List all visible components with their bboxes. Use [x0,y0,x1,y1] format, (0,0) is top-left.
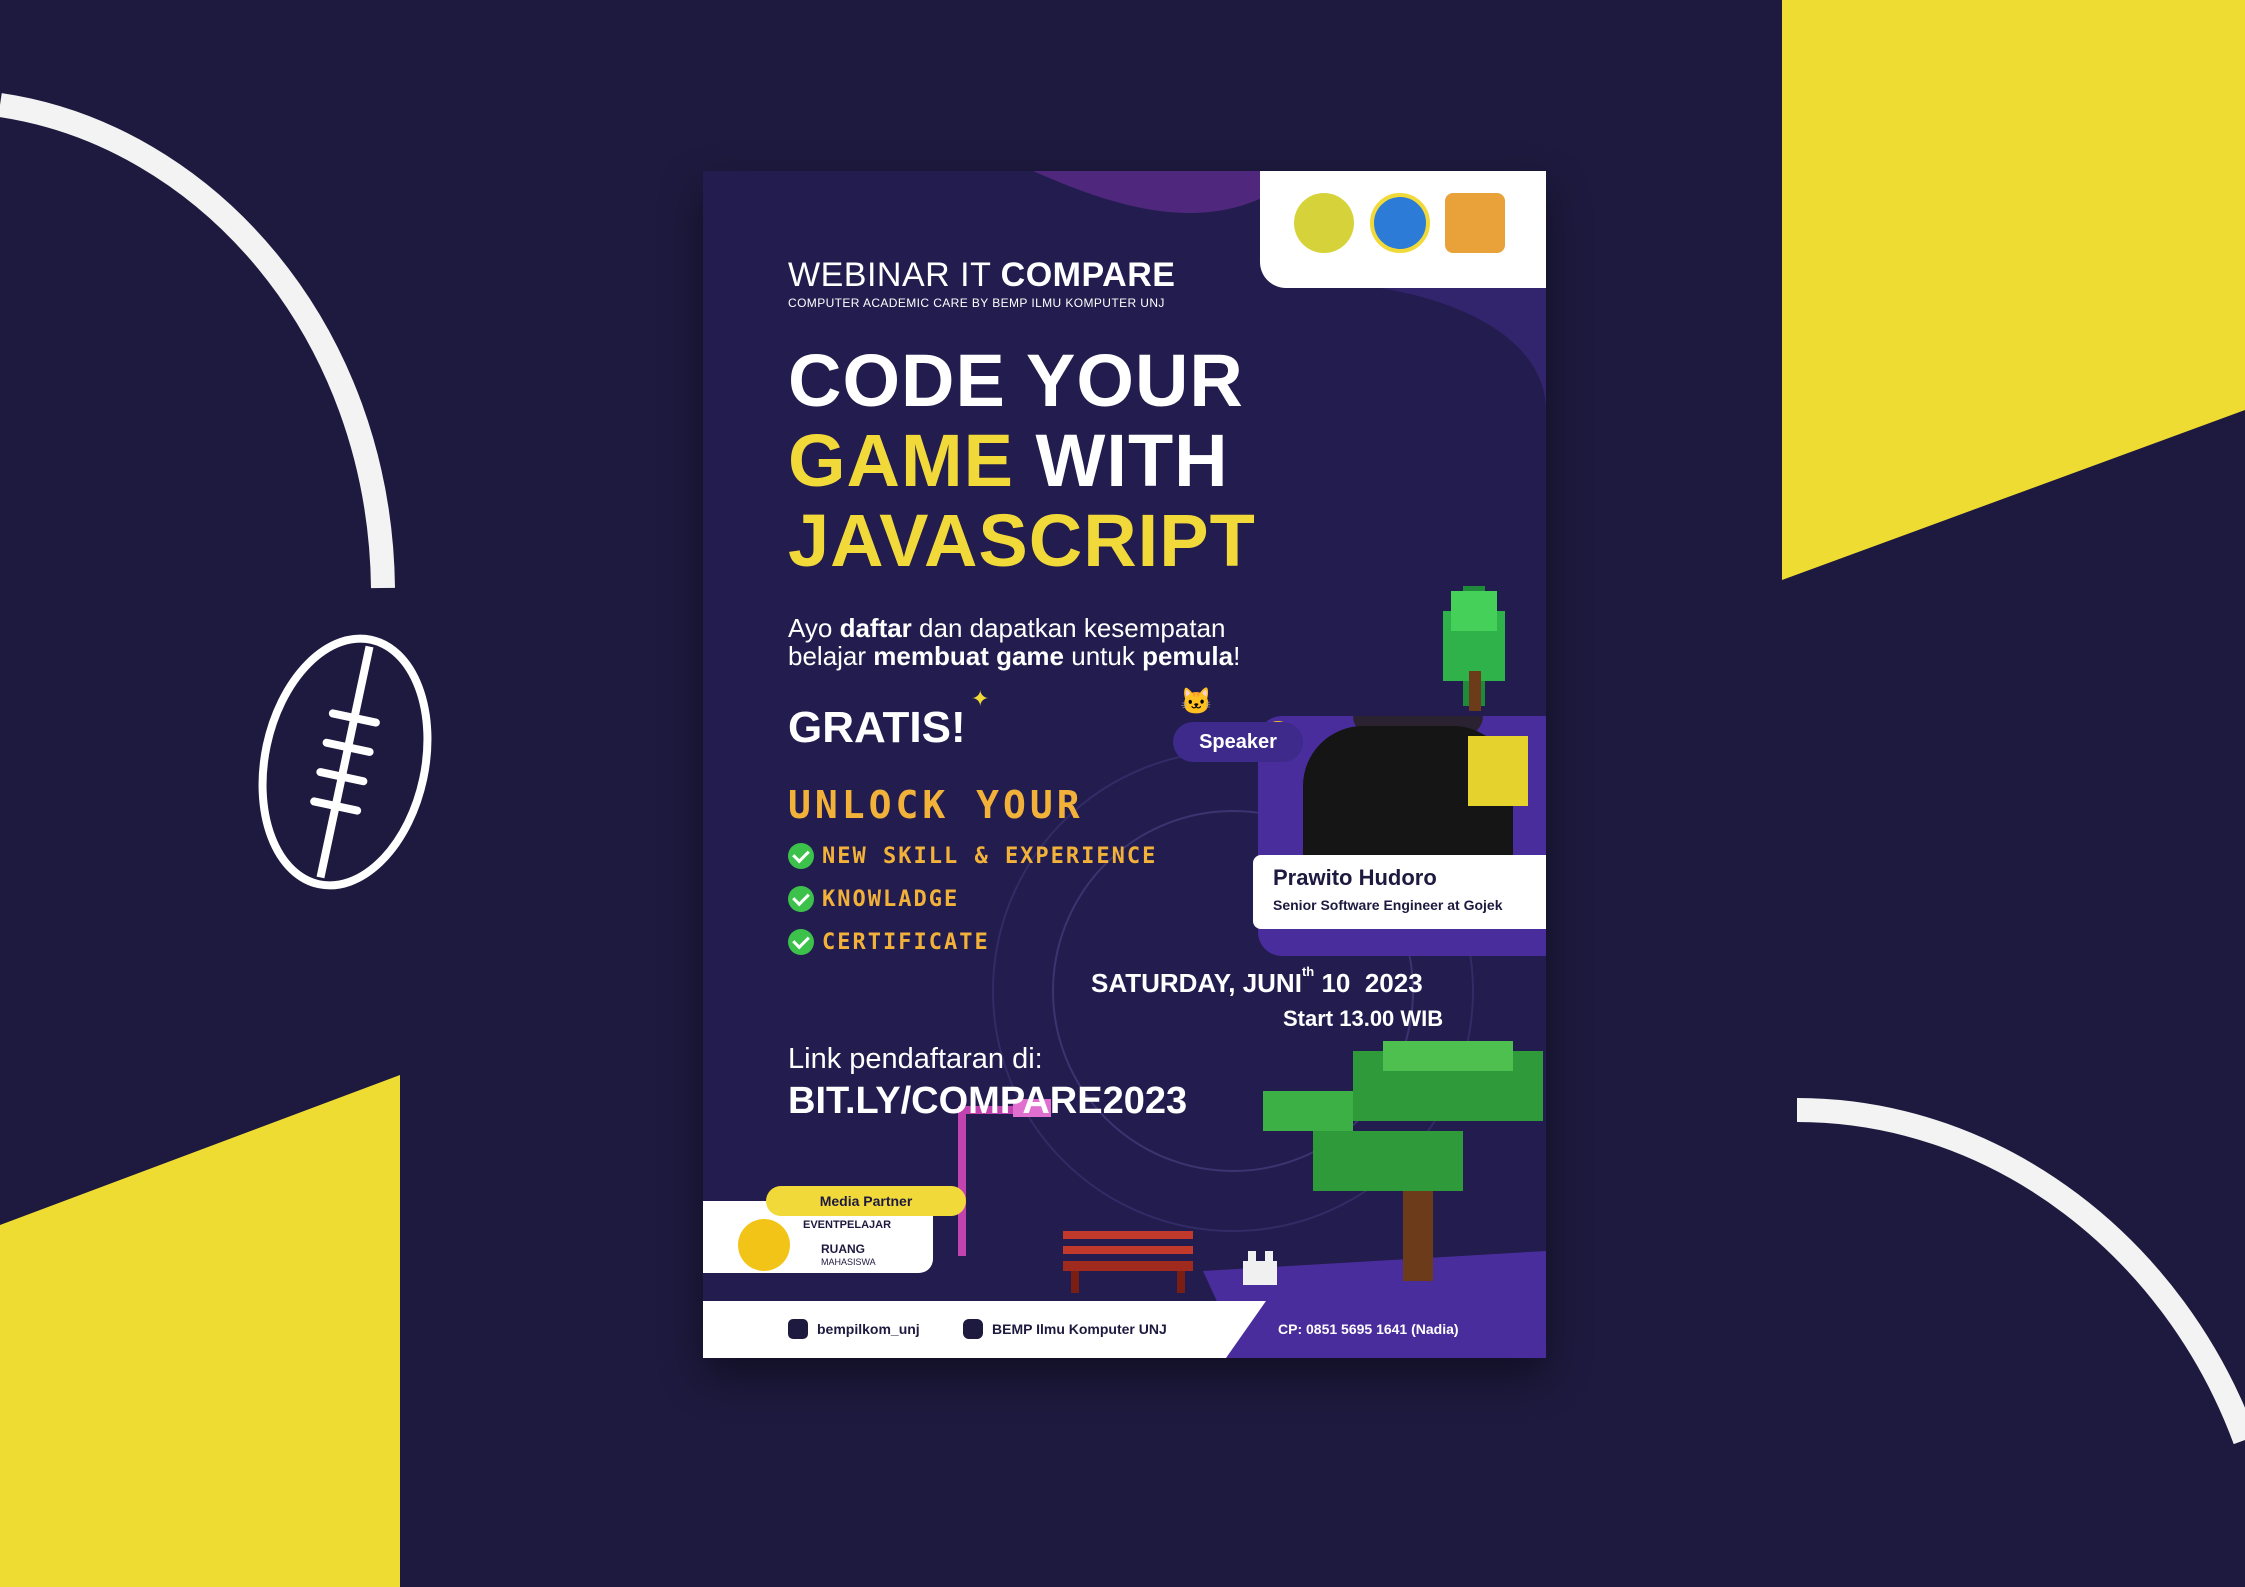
white-arc-top-left [0,93,395,589]
pixel-cat-small-icon: 🐱 [1180,686,1213,716]
yellow-shape-top-right [1782,0,2245,580]
check-icon [788,886,814,912]
headline-line-3: JAVASCRIPT [788,499,1256,582]
check-icon [788,929,814,955]
speaker-role: Senior Software Engineer at Gojek [1273,897,1503,913]
unlock-title: UNLOCK YOUR [788,783,1084,827]
instagram-icon [788,1319,808,1339]
benefit-item: NEW SKILL & EXPERIENCE [788,843,1157,869]
pixel-bench-icon [1063,1231,1193,1293]
speaker-name-box: Prawito Hudoro Senior Software Engineer … [1253,855,1546,929]
faculty-logo-icon [1370,193,1430,253]
webinar-title: WEBINAR IT COMPARE [788,256,1176,294]
webinar-subtitle: COMPUTER ACADEMIC CARE BY BEMP ILMU KOMP… [788,296,1165,310]
speaker-name: Prawito Hudoro [1273,865,1437,890]
partner-eventpelajar: EVENTPELAJAR [803,1219,892,1231]
media-partner-label: Media Partner [766,1186,966,1216]
tagline: Ayo daftar dan dapatkan kesempatan belaj… [788,613,1241,671]
yellow-shape-bottom-left [0,1075,400,1587]
partner-logo-icon [738,1219,790,1271]
pixel-tree-icon [1443,586,1505,711]
purple-blob-right [1323,281,1546,411]
poster-footer: bempilkom_unj BEMP Ilmu Komputer UNJ CP:… [703,1301,1546,1358]
logo-panel [1260,171,1546,288]
speaker-label: Speaker [1173,722,1303,762]
university-logo-icon [1294,193,1354,253]
pixel-bonsai-icon [1263,1041,1543,1281]
contact-person: CP: 0851 5695 1641 (Nadia) [1278,1321,1459,1337]
football-icon [258,634,432,890]
sparkle-icon: ✦ [971,686,990,711]
headline-line-2: GAME WITH [788,419,1229,502]
registration-link[interactable]: BIT.LY/COMPARE2023 [788,1080,1187,1123]
check-icon [788,843,814,869]
yellow-block-icon [1468,736,1528,806]
youtube-channel[interactable]: BEMP Ilmu Komputer UNJ [963,1319,1167,1339]
pixel-cat-icon [1243,1251,1277,1285]
event-date: SATURDAY, JUNIth 10 2023 [1091,964,1423,998]
instagram-handle[interactable]: bempilkom_unj [788,1319,920,1339]
partner-ruang-mahasiswa: RUANG MAHASISWA [821,1242,876,1268]
webinar-poster: WEBINAR IT COMPARE COMPUTER ACADEMIC CAR… [703,171,1546,1358]
gratis-label: GRATIS! [788,703,966,752]
youtube-icon [963,1319,983,1339]
event-time: Start 13.00 WIB [1283,1006,1444,1031]
benefit-item: KNOWLADGE [788,886,959,912]
white-arc-bottom-right [1796,1098,2245,1445]
headline-line-1: CODE YOUR [788,339,1244,422]
registration-label: Link pendaftaran di: [788,1043,1043,1075]
kabinet-logo-icon [1445,193,1505,253]
benefit-item: CERTIFICATE [788,929,990,955]
